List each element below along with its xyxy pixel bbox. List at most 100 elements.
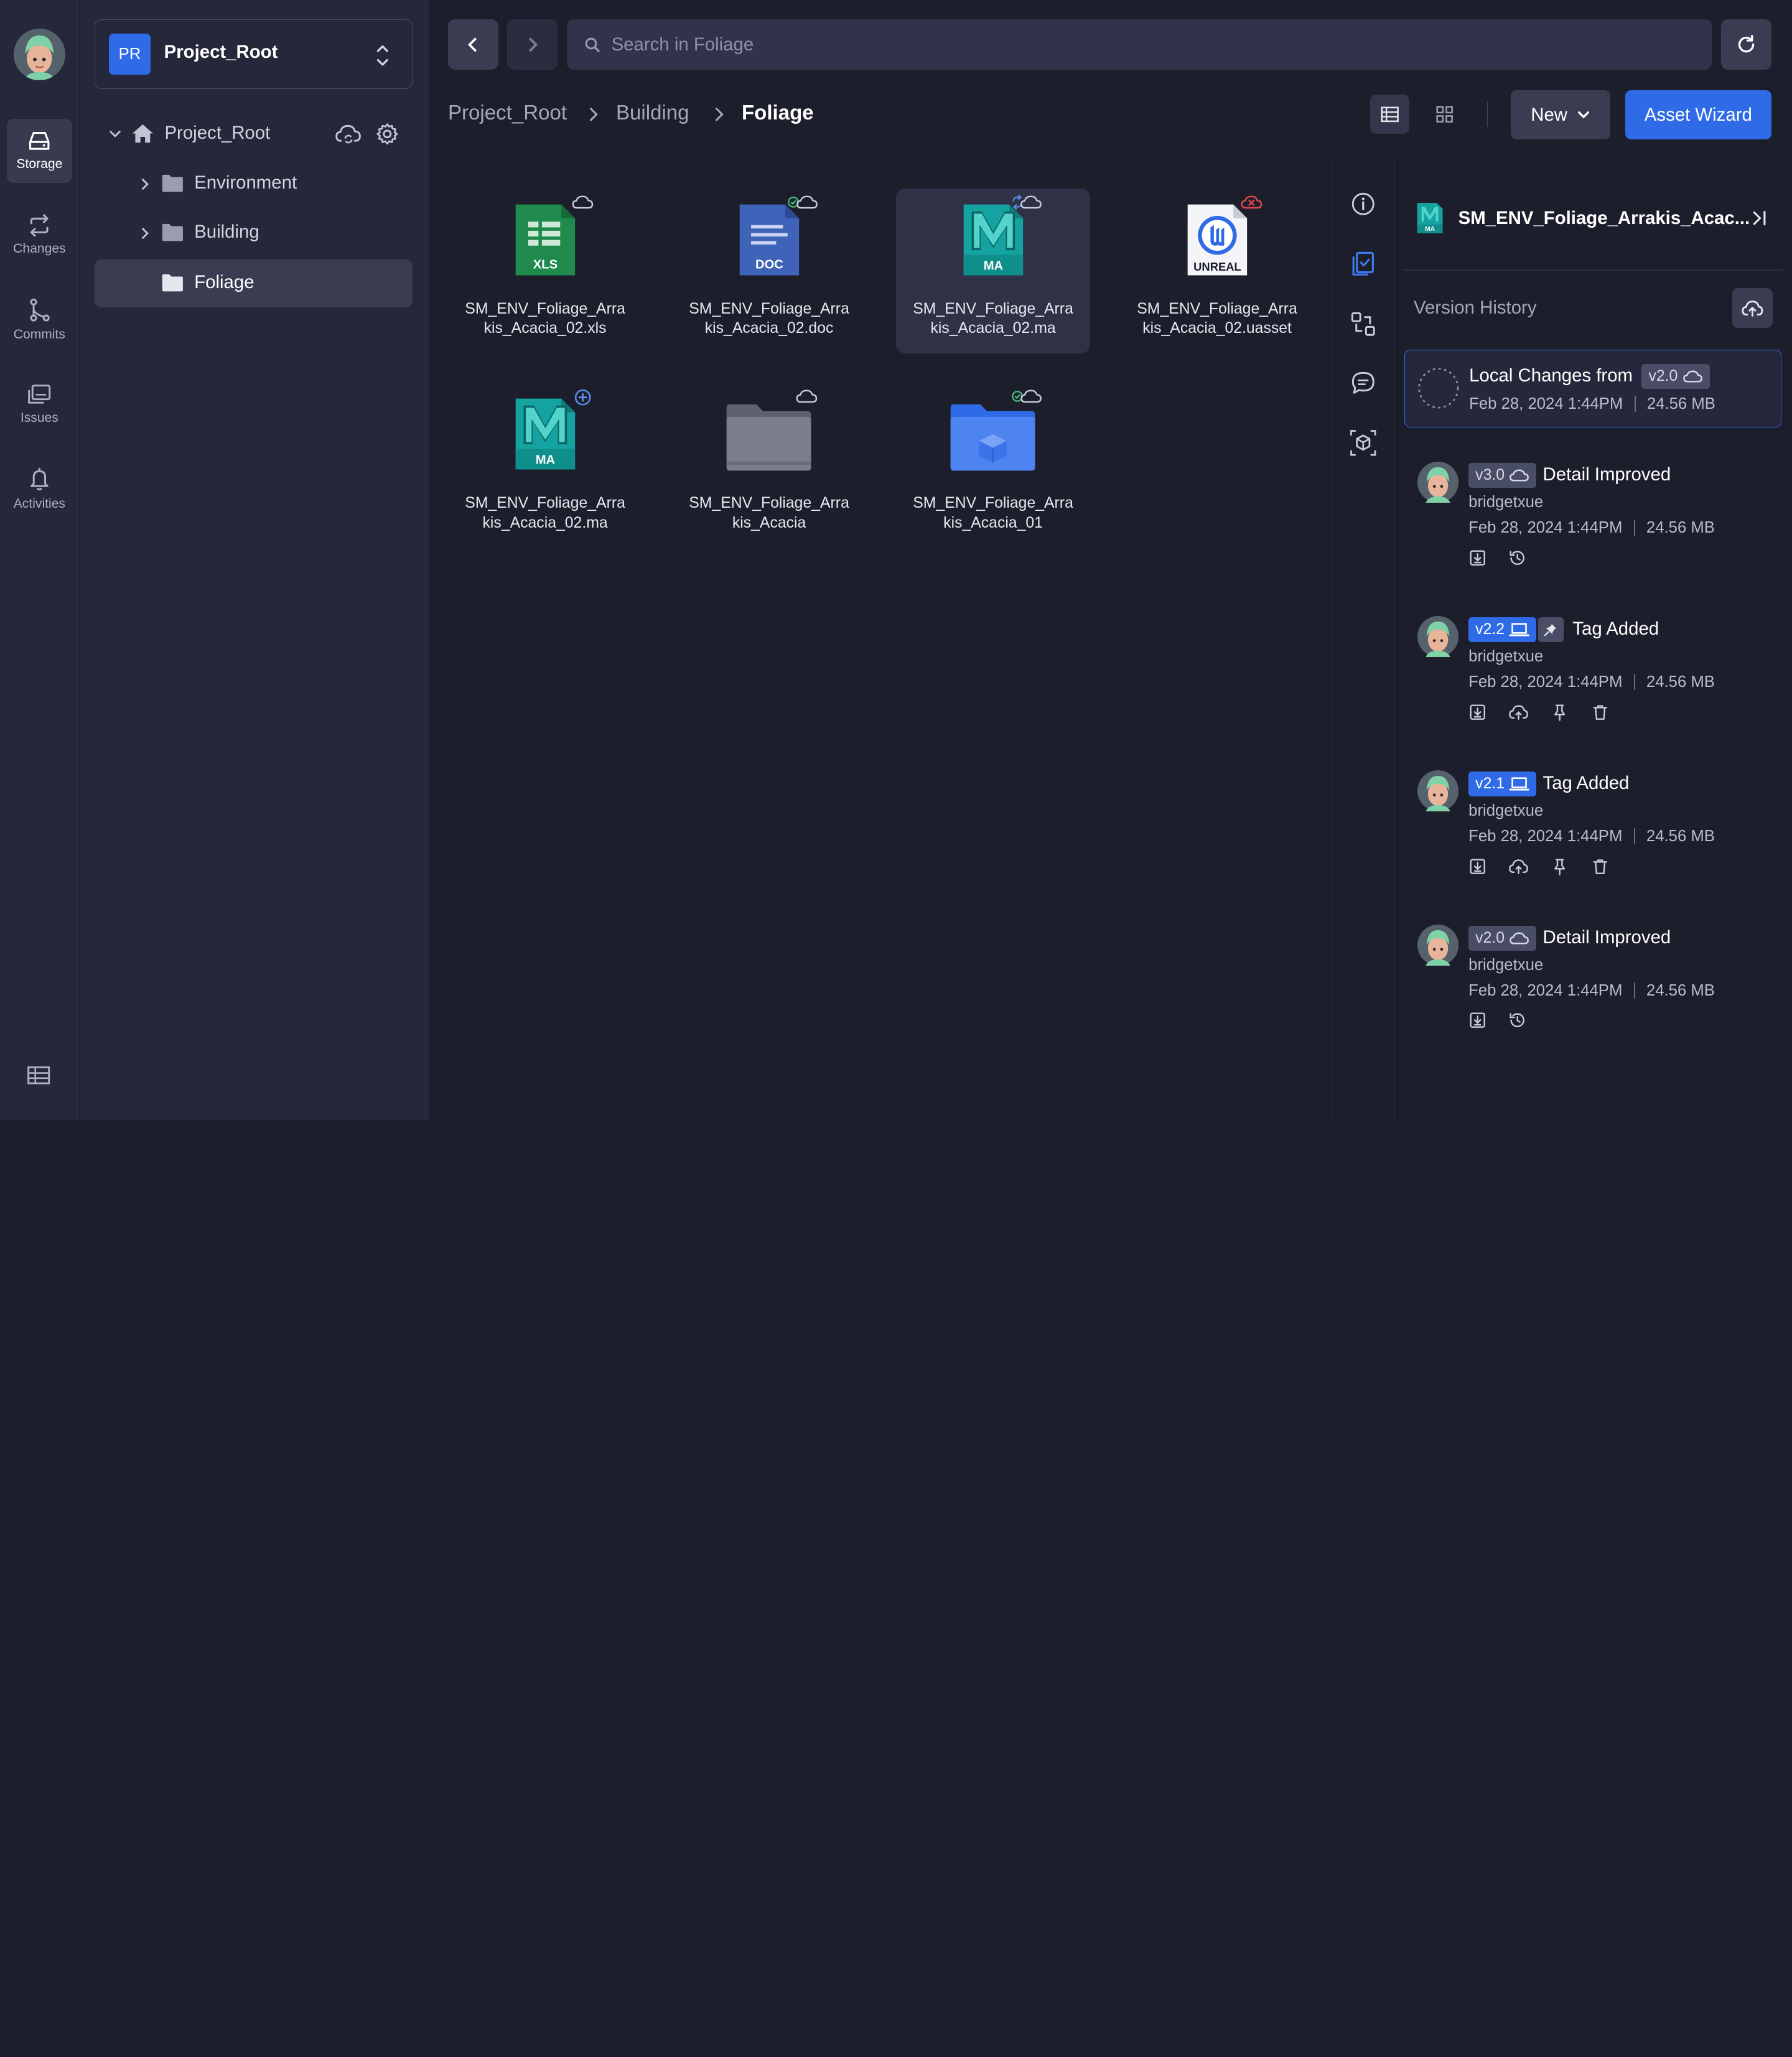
file-grid: XLS SM_ENV_Foliage_Arrakis_Acacia_02.xls… bbox=[429, 160, 1332, 1120]
gear-icon[interactable] bbox=[376, 123, 399, 146]
laptop-icon bbox=[1509, 777, 1530, 791]
workflow-icon[interactable] bbox=[1348, 309, 1379, 340]
storage-icon bbox=[29, 132, 50, 151]
folder-tile[interactable]: SM_ENV_Foliage_Arrakis_Acacia_01 bbox=[896, 383, 1090, 547]
version-item[interactable]: v2.2 Tag Added bridgetxue Feb 28, 2024 1… bbox=[1396, 607, 1792, 738]
comments-icon[interactable] bbox=[1348, 368, 1379, 399]
download-icon[interactable] bbox=[1468, 857, 1486, 875]
user-avatar bbox=[1417, 924, 1458, 966]
project-selector[interactable]: PR Project_Root bbox=[95, 19, 413, 90]
svg-text:MA: MA bbox=[1425, 226, 1435, 233]
version-item[interactable]: v3.0 Detail Improved bridgetxue Feb 28, … bbox=[1396, 452, 1792, 584]
upload-icon[interactable] bbox=[1508, 857, 1529, 875]
breadcrumb-current: Foliage bbox=[742, 101, 814, 125]
chevron-updown-icon bbox=[376, 45, 388, 66]
new-button[interactable]: New bbox=[1511, 90, 1610, 140]
ma-file-icon: MA bbox=[515, 398, 575, 470]
svg-text:XLS: XLS bbox=[533, 258, 557, 272]
grid-view-button[interactable] bbox=[1425, 95, 1463, 133]
table-icon bbox=[27, 1066, 50, 1084]
tree-item-label: Foliage bbox=[194, 272, 254, 293]
file-tile[interactable]: DOC SM_ENV_Foliage_Arrakis_Acacia_02.doc bbox=[672, 189, 866, 353]
file-name: SM_ENV_Foliage_Arrakis_Acacia_02.doc bbox=[689, 301, 849, 337]
refresh-button[interactable] bbox=[1721, 19, 1771, 70]
file-name: SM_ENV_Foliage_Arrakis_Acacia_02.uasset bbox=[1137, 301, 1297, 337]
svg-text:MA: MA bbox=[983, 259, 1003, 273]
history-icon[interactable] bbox=[1508, 549, 1526, 567]
chevron-down-icon[interactable] bbox=[108, 128, 122, 139]
file-tile[interactable]: XLS SM_ENV_Foliage_Arrakis_Acacia_02.xls bbox=[448, 189, 642, 353]
pin-icon bbox=[1544, 623, 1557, 637]
chevron-right-icon[interactable] bbox=[139, 177, 151, 191]
nav-rail: Storage Changes Commits Issues Activitie… bbox=[0, 0, 78, 1120]
download-icon[interactable] bbox=[1468, 1011, 1486, 1029]
3d-model-icon[interactable] bbox=[1348, 427, 1379, 459]
chevron-right-icon[interactable] bbox=[139, 226, 151, 240]
collapse-panel-icon[interactable] bbox=[1750, 209, 1768, 227]
file-browser: Project_Root Building Foliage New Asset … bbox=[428, 0, 1771, 1120]
version-item-local[interactable]: Local Changes from v2.0 Feb 28, 2024 1:4… bbox=[1404, 350, 1782, 427]
upload-button[interactable] bbox=[1732, 287, 1773, 329]
rail-activities[interactable]: Activities bbox=[7, 457, 72, 521]
version-meta: Feb 28, 2024 1:44PM 24.56 MB bbox=[1468, 982, 1715, 1000]
rail-issues[interactable]: Issues bbox=[7, 373, 72, 437]
download-icon[interactable] bbox=[1468, 703, 1486, 721]
rail-commits[interactable]: Commits bbox=[7, 288, 72, 352]
file-tile[interactable]: UNREAL SM_ENV_Foliage_Arrakis_Acacia_02.… bbox=[1120, 189, 1314, 353]
forward-button[interactable] bbox=[507, 19, 558, 70]
download-icon[interactable] bbox=[1468, 549, 1486, 567]
version-tag-label: v2.1 bbox=[1475, 775, 1505, 792]
version-meta: Feb 28, 2024 1:44PM 24.56 MB bbox=[1468, 519, 1715, 537]
search-input[interactable] bbox=[611, 34, 1640, 55]
asset-wizard-button[interactable]: Asset Wizard bbox=[1625, 90, 1771, 140]
version-size: 24.56 MB bbox=[1646, 518, 1715, 536]
sync-cloud-icon bbox=[1012, 194, 1042, 210]
file-name: SM_ENV_Foliage_Arrakis_Acacia_01 bbox=[913, 495, 1073, 531]
trash-icon[interactable] bbox=[1591, 857, 1609, 875]
xls-file-icon: XLS bbox=[515, 204, 575, 276]
tree-item-root[interactable]: Project_Root bbox=[95, 110, 413, 157]
breadcrumb-item[interactable]: Building bbox=[616, 101, 689, 125]
user-avatar bbox=[1417, 770, 1458, 812]
panel-divider bbox=[1404, 269, 1783, 271]
folder-tile[interactable]: SM_ENV_Foliage_Arrakis_Acacia bbox=[672, 383, 866, 547]
version-tag-label: v2.2 bbox=[1475, 620, 1505, 638]
rail-changes[interactable]: Changes bbox=[7, 203, 72, 268]
rail-label: Issues bbox=[20, 411, 58, 426]
file-name: SM_ENV_Foliage_Arrakis_Acacia_02.ma bbox=[465, 495, 625, 531]
back-button[interactable] bbox=[447, 19, 498, 70]
list-icon bbox=[1381, 106, 1399, 122]
layout-toggle-button[interactable] bbox=[26, 1063, 51, 1088]
version-meta: Feb 28, 2024 1:44PM 24.56 MB bbox=[1468, 828, 1715, 846]
upload-icon[interactable] bbox=[1508, 703, 1529, 721]
svg-text:UNREAL: UNREAL bbox=[1193, 260, 1241, 273]
panel-title: SM_ENV_Foliage_Arrakis_Acac... bbox=[1458, 208, 1750, 229]
pin-icon[interactable] bbox=[1551, 703, 1569, 721]
list-view-button[interactable] bbox=[1370, 95, 1409, 134]
version-history-icon[interactable] bbox=[1348, 248, 1379, 279]
unreal-file-icon: UNREAL bbox=[1187, 204, 1247, 276]
pin-icon[interactable] bbox=[1551, 857, 1569, 875]
info-icon[interactable] bbox=[1348, 189, 1379, 220]
version-tag: v3.0 bbox=[1468, 462, 1537, 488]
cloud-sync-icon[interactable] bbox=[335, 121, 362, 146]
file-tile-selected[interactable]: MA SM_ENV_Foliage_Arrakis_Acacia_02.ma bbox=[895, 189, 1091, 353]
user-avatar[interactable] bbox=[14, 28, 65, 80]
breadcrumb-item[interactable]: Project_Root bbox=[448, 101, 567, 125]
asset-wizard-label: Asset Wizard bbox=[1644, 104, 1752, 125]
version-item[interactable]: v2.0 Detail Improved bridgetxue Feb 28, … bbox=[1396, 915, 1792, 1047]
svg-text:MA: MA bbox=[535, 454, 555, 467]
version-item[interactable]: v2.1 Tag Added bridgetxue Feb 28, 2024 1… bbox=[1396, 761, 1792, 892]
rail-label: Changes bbox=[13, 241, 66, 256]
file-tile[interactable]: MA SM_ENV_Foliage_Arrakis_Acacia_02.ma bbox=[448, 383, 642, 547]
trash-icon[interactable] bbox=[1591, 703, 1609, 721]
search-bar[interactable] bbox=[566, 19, 1712, 70]
chevron-left-icon bbox=[469, 37, 477, 52]
version-tag-label: v2.0 bbox=[1475, 929, 1505, 946]
tree-item-building[interactable]: Building bbox=[95, 209, 413, 257]
rail-storage[interactable]: Storage bbox=[7, 119, 72, 183]
version-size: 24.56 MB bbox=[1646, 673, 1715, 691]
history-icon[interactable] bbox=[1508, 1011, 1526, 1029]
tree-item-environment[interactable]: Environment bbox=[95, 160, 413, 208]
tree-item-foliage[interactable]: Foliage bbox=[95, 259, 413, 308]
